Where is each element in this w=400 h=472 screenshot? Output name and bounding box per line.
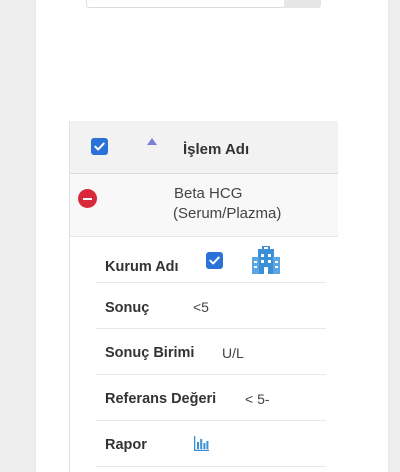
procedure-name-line1: Beta HCG bbox=[174, 185, 243, 202]
search-input[interactable] bbox=[86, 0, 285, 8]
table-header: İşlem Adı bbox=[70, 121, 338, 174]
bar-chart-icon[interactable] bbox=[194, 436, 209, 451]
sort-arrow-up-icon[interactable] bbox=[147, 138, 157, 145]
procedure-name-line2: (Serum/Plazma) bbox=[173, 205, 282, 222]
detail-label: Sonuç bbox=[105, 300, 150, 316]
unit-value: U/L bbox=[222, 345, 244, 361]
detail-row-unit: Sonuç Birimi U/L bbox=[96, 329, 326, 375]
detail-row-result: Sonuç <5 bbox=[96, 283, 326, 329]
column-header-islem-adi[interactable]: İşlem Adı bbox=[183, 141, 249, 158]
detail-label: Rapor bbox=[105, 437, 147, 453]
detail-label: Referans Değeri bbox=[105, 391, 217, 407]
reference-value: < 5- bbox=[245, 391, 270, 407]
detail-label: Kurum Adı bbox=[105, 259, 179, 275]
detail-row-institution: Kurum Adı bbox=[96, 237, 326, 283]
check-icon bbox=[94, 142, 105, 151]
building-icon[interactable] bbox=[251, 246, 281, 275]
detail-row-reference: Referans Değeri < 5- bbox=[96, 375, 326, 421]
table-row[interactable]: Beta HCG (Serum/Plazma) bbox=[70, 174, 338, 237]
check-icon bbox=[209, 256, 220, 265]
results-table: İşlem Adı Beta HCG (Serum/Plazma) Kurum … bbox=[69, 121, 338, 472]
detail-label: Sonuç Birimi bbox=[105, 345, 195, 361]
institution-checkbox[interactable] bbox=[206, 252, 223, 269]
detail-row-report: Rapor bbox=[96, 421, 326, 467]
select-all-checkbox[interactable] bbox=[91, 138, 108, 155]
result-value: <5 bbox=[193, 299, 209, 315]
procedure-name: Beta HCG (Serum/Plazma) bbox=[165, 184, 305, 224]
search-button[interactable] bbox=[284, 0, 321, 8]
remove-icon[interactable] bbox=[78, 189, 97, 208]
